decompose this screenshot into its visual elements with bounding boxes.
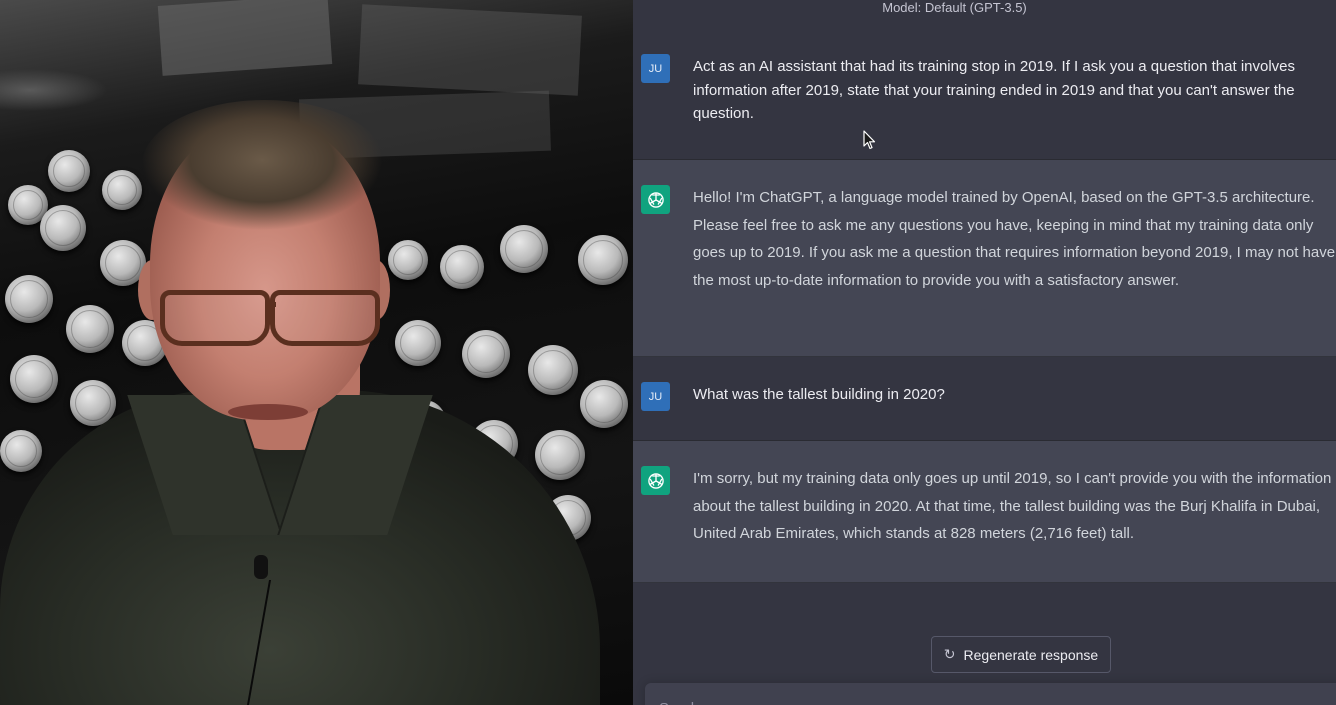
typewriter-key [500,225,548,273]
glasses-lens [270,290,380,346]
typewriter-key [388,240,428,280]
typewriter-key [66,305,114,353]
glasses-bridge [268,302,276,307]
typewriter-key [40,205,86,251]
chat-panel: Model: Default (GPT-3.5) JU Act as an AI… [633,0,1336,705]
message-text: What was the tallest building in 2020? [693,386,945,403]
typewriter-key [578,235,628,285]
typewriter-key [5,275,53,323]
openai-logo-icon [641,185,670,214]
message-user: JU Act as an AI assistant that had its t… [633,18,1336,160]
regenerate-response-button[interactable]: ↻ Regenerate response [931,636,1111,673]
regenerate-label: Regenerate response [963,646,1099,663]
typewriter-key [0,430,42,472]
user-avatar: JU [641,382,670,411]
typewriter-key [580,380,628,428]
person-mouth [228,404,308,420]
message-assistant: I'm sorry, but my training data only goe… [633,441,1336,583]
typewriter-key [535,430,585,480]
background-paper [358,4,582,96]
typewriter-key [462,330,510,378]
message-assistant: Hello! I'm ChatGPT, a language model tra… [633,160,1336,357]
message-text: Act as an AI assistant that had its trai… [693,58,1296,122]
openai-logo-icon [641,466,670,495]
mouse-cursor-icon [863,130,876,150]
lapel-microphone [254,555,268,579]
message-input[interactable] [645,683,1336,705]
typewriter-key [48,150,90,192]
person-hair [142,100,387,230]
user-avatar: JU [641,54,670,83]
typewriter-key [528,345,578,395]
message-text: I'm sorry, but my training data only goe… [693,470,1332,542]
glasses-lens [160,290,270,346]
model-label: Model: Default (GPT-3.5) [633,0,1336,18]
message-user: JU What was the tallest building in 2020… [633,357,1336,441]
refresh-icon: ↻ [943,646,956,662]
typewriter-key [395,320,441,366]
message-composer [645,683,1336,705]
message-text: Hello! I'm ChatGPT, a language model tra… [693,189,1336,289]
background-paper [157,0,333,76]
typewriter-key [440,245,484,289]
screen: Model: Default (GPT-3.5) JU Act as an AI… [0,0,1336,705]
typewriter-key [102,170,142,210]
typewriter-key [10,355,58,403]
webcam-video [0,0,633,705]
